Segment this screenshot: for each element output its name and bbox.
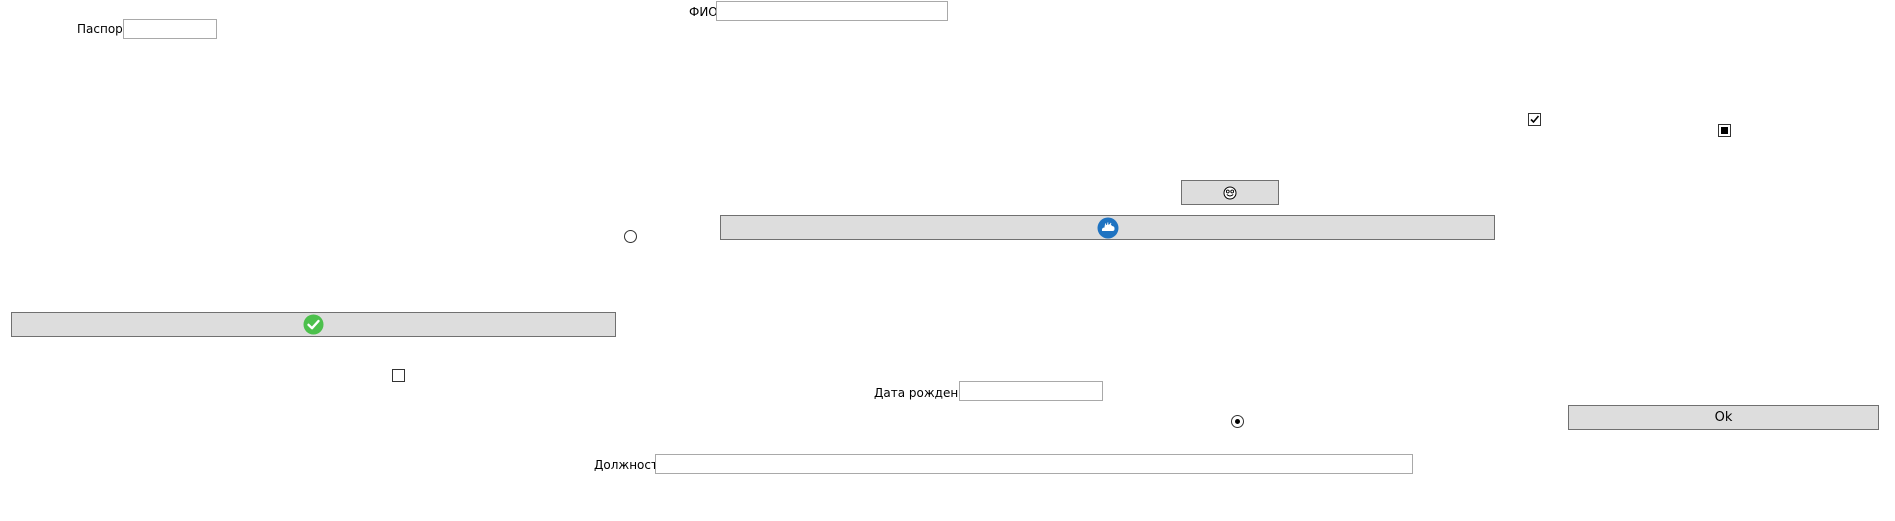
position-input[interactable] (655, 454, 1413, 474)
checkmark-icon (1530, 115, 1540, 124)
passport-label: Паспорт (77, 22, 130, 36)
checkbox-top[interactable] (1528, 113, 1541, 126)
check-circle-icon (303, 314, 324, 335)
fio-label: ФИО (689, 5, 718, 19)
confirm-button[interactable] (11, 312, 616, 337)
fio-input[interactable] (716, 1, 948, 21)
cloud-button[interactable] (720, 215, 1495, 240)
checkbox-lower[interactable] (392, 369, 405, 382)
birthdate-input[interactable] (959, 381, 1103, 401)
radio-selected-dot (1235, 419, 1240, 424)
cloud-icon (1097, 217, 1118, 238)
radio-lower[interactable] (1231, 415, 1244, 428)
passport-input[interactable] (123, 19, 217, 39)
radio-left[interactable] (624, 230, 637, 243)
checkbox-indeterminate[interactable] (1718, 124, 1731, 137)
indeterminate-mark (1721, 127, 1728, 134)
face-icon (1223, 186, 1237, 199)
face-button[interactable] (1181, 180, 1279, 205)
ok-button[interactable]: Ok (1568, 405, 1879, 430)
